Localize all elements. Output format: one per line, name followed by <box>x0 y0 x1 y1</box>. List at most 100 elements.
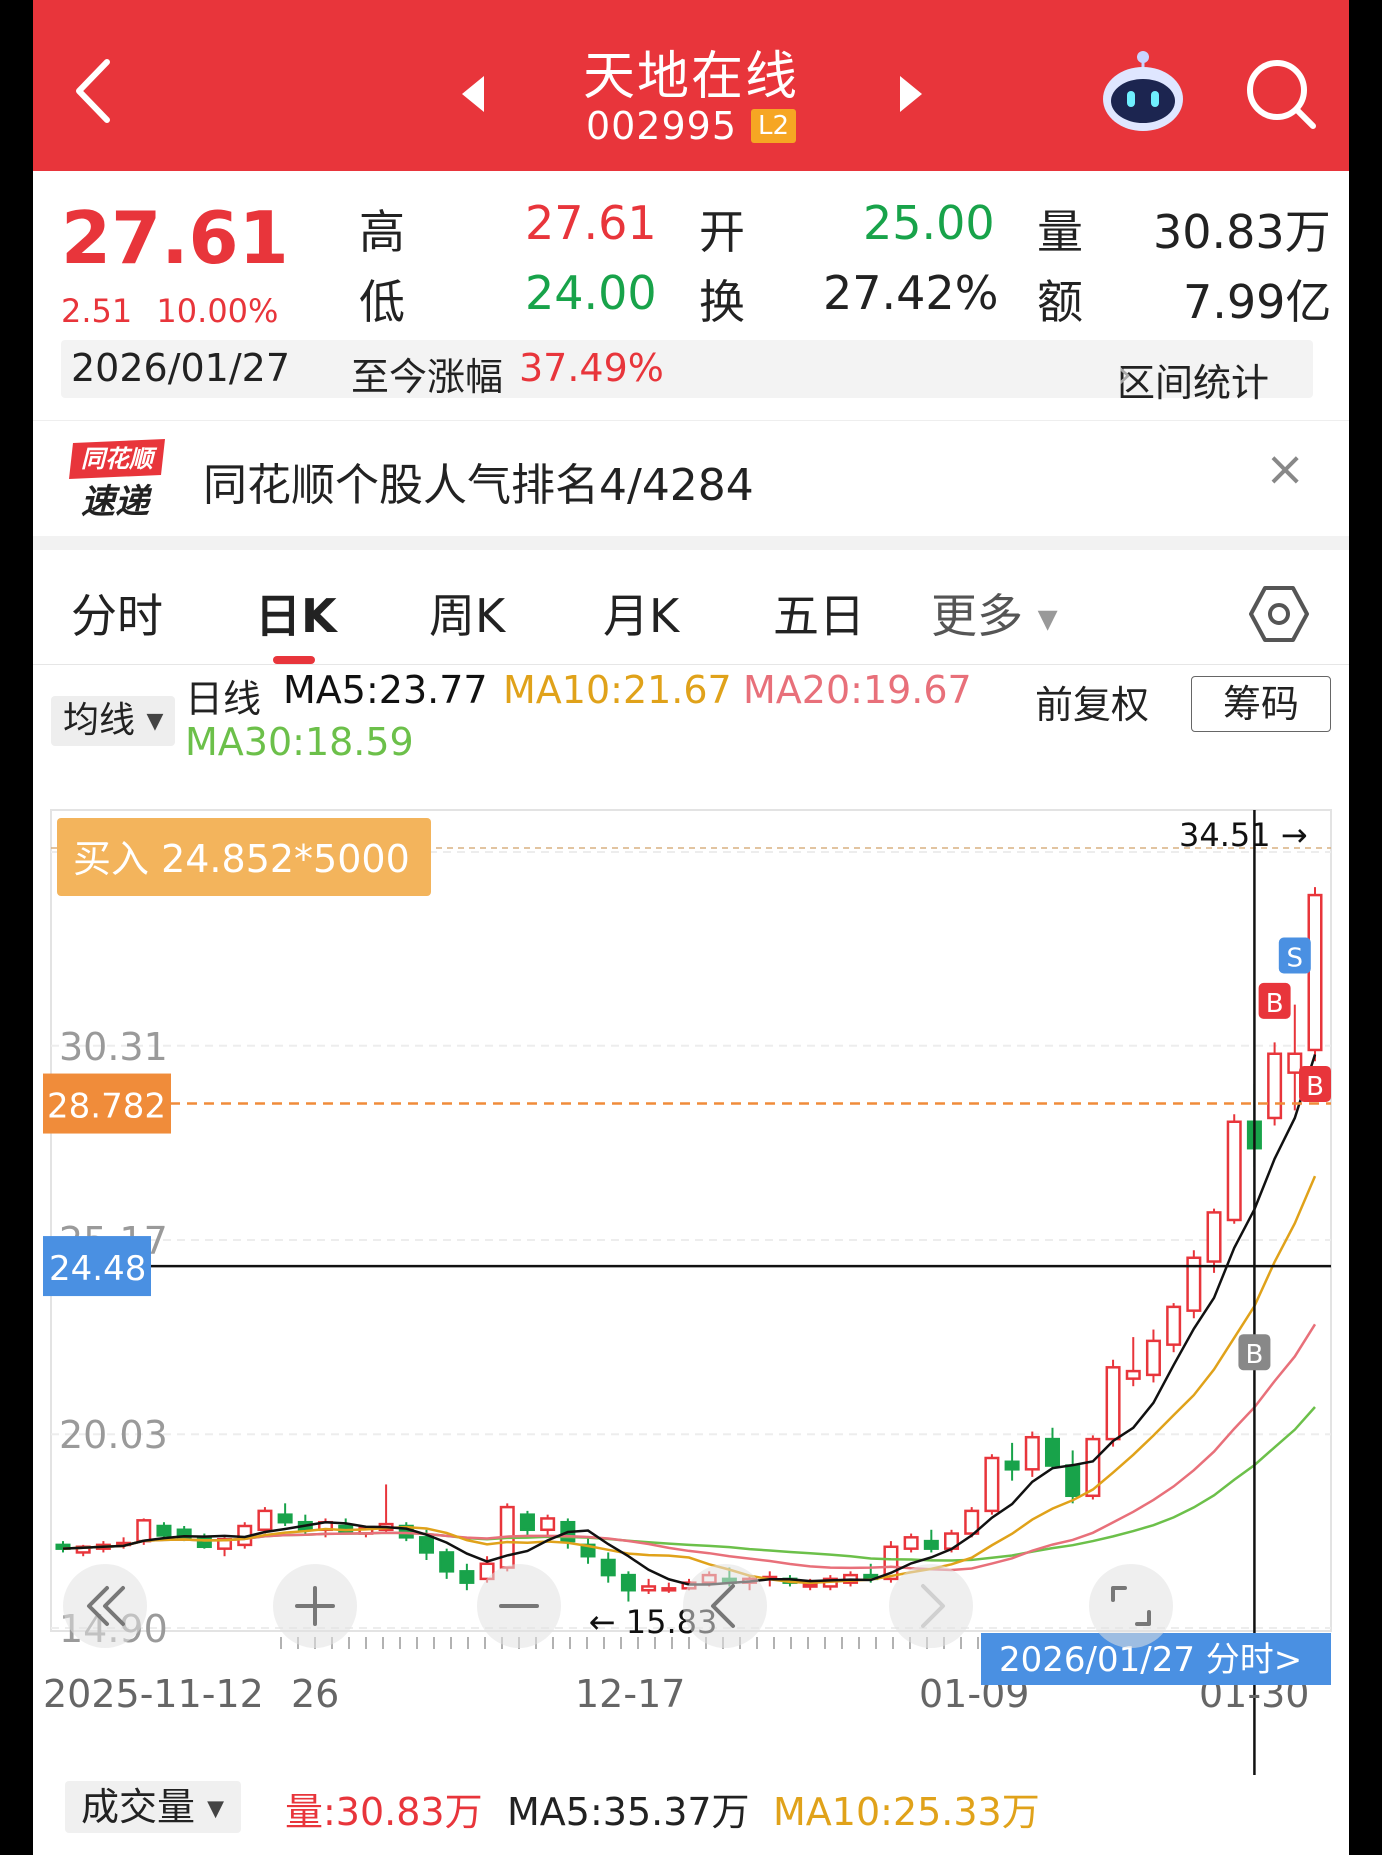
robot-icon <box>1103 51 1183 131</box>
trade-mark-label: B <box>1266 989 1284 1019</box>
volume-value: 量:30.83万 <box>285 1790 483 1834</box>
date-stats-bar: 2026/01/27 至今涨幅 37.49% 区间统计 › <box>61 340 1313 405</box>
logo-text-bottom: 速递 <box>81 482 153 521</box>
candle-body <box>519 1513 535 1532</box>
step-right-button[interactable] <box>889 1564 973 1648</box>
ma10-value: MA10:21.67 <box>503 668 732 712</box>
caret-down-icon: ▼ <box>1037 604 1058 635</box>
since-label: 至今涨幅 <box>351 355 504 399</box>
trade-mark-label: B <box>1306 1072 1324 1102</box>
candle-body <box>1044 1437 1060 1467</box>
candle-body <box>136 1519 152 1543</box>
caret-down-icon: ▼ <box>146 709 164 734</box>
candle-body <box>418 1536 434 1554</box>
turnover-value: 27.42% <box>823 266 999 320</box>
volume-indicator-select[interactable]: 成交量 ▼ <box>65 1781 241 1833</box>
active-tab-indicator <box>273 656 315 664</box>
search-icon <box>1247 60 1316 129</box>
low-label: 低 <box>359 275 405 329</box>
line-type-label: 日线 <box>185 677 262 721</box>
turnover-label: 换 <box>699 275 745 329</box>
chart-settings-button[interactable] <box>1247 582 1311 646</box>
change-percent: 10.00% <box>156 292 279 330</box>
price-change: 2.51 10.00% <box>61 292 278 330</box>
volume-ma10: MA10:25.33万 <box>773 1790 1040 1834</box>
candle-body <box>600 1558 616 1577</box>
candle-body <box>540 1517 556 1532</box>
candle-body <box>984 1456 1000 1513</box>
candle-body <box>156 1524 172 1537</box>
indicator-row: 均线 ▼ 日线 MA5:23.77 MA10:21.67 MA20:19.67 … <box>33 668 1349 768</box>
y-tick-label: 30.31 <box>59 1025 168 1069</box>
tab-monthly-k[interactable]: 月K <box>603 580 679 646</box>
step-left-button[interactable] <box>683 1564 767 1648</box>
ma5-line <box>62 1054 1317 1586</box>
candle-body <box>1004 1460 1020 1471</box>
tab-more-label: 更多 <box>931 589 1023 643</box>
candle-body <box>459 1570 475 1584</box>
ma20-value: MA20:19.67 <box>743 668 972 712</box>
adjust-mode-button[interactable]: 前复权 <box>1035 674 1149 729</box>
promo-banner[interactable]: 同花顺 速递 同花顺个股人气排名4/4284 × <box>33 420 1349 533</box>
tonghuashun-logo: 同花顺 速递 <box>65 435 171 522</box>
candle-body <box>1024 1435 1040 1471</box>
candle-body <box>1125 1369 1141 1380</box>
candle-body <box>1065 1464 1081 1498</box>
volume-select-label: 成交量 <box>81 1785 196 1829</box>
fullscreen-button[interactable] <box>1089 1564 1173 1648</box>
trade-mark-label: B <box>1245 1340 1263 1370</box>
volume-label: 量 <box>1037 205 1083 259</box>
header-bar: 天地在线 002995 L2 <box>33 0 1349 171</box>
high-label: 高 <box>359 205 405 259</box>
tab-intraday[interactable]: 分时 <box>71 580 163 646</box>
amount-value: 7.99亿 <box>1183 275 1332 329</box>
volume-value: 30.83万 <box>1153 205 1331 259</box>
intraday-date-button: 2026/01/27 分时> <box>999 1640 1302 1680</box>
candle-body <box>277 1513 293 1524</box>
hexagon-settings-icon <box>1249 586 1309 642</box>
kline-chart-area[interactable]: 35.4430.3125.1720.0314.9028.78224.48买入 2… <box>33 770 1349 1855</box>
candle-body <box>1226 1120 1242 1222</box>
x-tick-label: 26 <box>291 1672 339 1716</box>
next-stock-button[interactable] <box>891 74 931 114</box>
selected-date: 2026/01/27 <box>71 346 291 390</box>
candle-body <box>661 1587 677 1592</box>
candle-body <box>641 1585 657 1592</box>
promo-text: 同花顺个股人气排名4/4284 <box>203 460 754 511</box>
kline-chart[interactable]: 35.4430.3125.1720.0314.9028.78224.48买入 2… <box>33 770 1349 1775</box>
candle-body <box>1105 1366 1121 1441</box>
ai-assistant-button[interactable] <box>1095 48 1191 136</box>
volume-row: 成交量 ▼ 量:30.83万 MA5:35.37万 MA10:25.33万 <box>33 1775 1349 1855</box>
candle-body <box>923 1539 939 1550</box>
tab-daily-k[interactable]: 日K <box>255 580 337 646</box>
range-stats-label: 区间统计 <box>1117 361 1270 405</box>
ma30-value: MA30:18.59 <box>185 720 414 764</box>
high-value: 27.61 <box>525 196 657 250</box>
current-price: 27.61 <box>61 196 289 280</box>
candle-body <box>196 1536 212 1549</box>
promo-close-button[interactable]: × <box>1265 441 1305 497</box>
search-button[interactable] <box>1239 52 1323 136</box>
candle-body <box>620 1573 636 1592</box>
low-value: 24.00 <box>525 266 657 320</box>
candle-body <box>257 1509 273 1532</box>
since-value: 37.49% <box>519 346 664 390</box>
x-tick-label: 12-17 <box>575 1672 685 1716</box>
change-value: 2.51 <box>61 292 133 330</box>
tab-more[interactable]: 更多 ▼ <box>931 580 1058 646</box>
stock-code: 002995 <box>585 104 738 148</box>
volume-ma5: MA5:35.37万 <box>507 1790 750 1834</box>
section-separator <box>33 536 1349 550</box>
candle-body <box>1166 1305 1182 1346</box>
indicator-select[interactable]: 均线 ▼ <box>51 696 175 746</box>
tab-weekly-k[interactable]: 周K <box>429 580 505 646</box>
chips-button[interactable]: 筹码 <box>1191 676 1331 732</box>
tab-five-day[interactable]: 五日 <box>773 580 865 646</box>
open-value: 25.00 <box>863 196 995 250</box>
app-window: 天地在线 002995 L2 27.61 2.51 10.00% 高 27.61… <box>33 0 1349 1855</box>
candle-body <box>903 1536 919 1550</box>
crosshair-price-label: 24.48 <box>49 1249 146 1289</box>
amount-label: 额 <box>1037 275 1083 329</box>
indicator-select-label: 均线 <box>63 700 136 741</box>
level2-badge: L2 <box>751 109 797 143</box>
